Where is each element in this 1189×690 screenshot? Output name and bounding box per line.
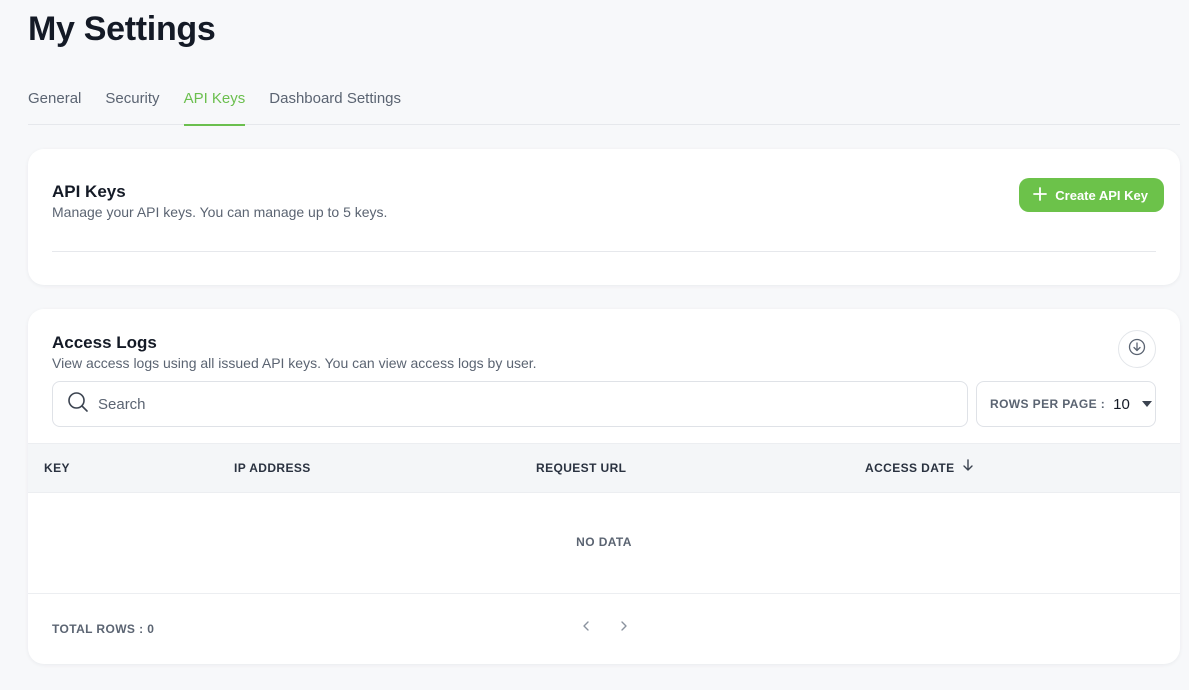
api-keys-card: API Keys Manage your API keys. You can m… bbox=[28, 149, 1180, 285]
download-circle-icon bbox=[1128, 338, 1146, 361]
column-label: ACCESS DATE bbox=[865, 461, 955, 475]
column-label: KEY bbox=[44, 461, 70, 475]
tab-dashboard-settings[interactable]: Dashboard Settings bbox=[269, 86, 401, 125]
tab-api-keys[interactable]: API Keys bbox=[183, 86, 245, 126]
rows-per-page-label: ROWS PER PAGE : bbox=[990, 397, 1106, 411]
access-logs-card: Access Logs View access logs using all i… bbox=[28, 309, 1180, 664]
api-keys-subtitle: Manage your API keys. You can manage up … bbox=[52, 204, 388, 220]
chevron-left-icon bbox=[580, 619, 592, 637]
page-title: My Settings bbox=[28, 10, 216, 48]
tab-general[interactable]: General bbox=[28, 86, 81, 125]
column-header-key: KEY bbox=[44, 444, 70, 492]
search-icon bbox=[67, 391, 89, 418]
column-header-request-url: REQUEST URL bbox=[536, 444, 626, 492]
plus-icon bbox=[1033, 186, 1048, 204]
api-keys-divider bbox=[52, 251, 1156, 252]
total-rows: TOTAL ROWS : 0 bbox=[52, 622, 155, 636]
column-header-ip-address: IP ADDRESS bbox=[234, 444, 311, 492]
table-header: KEY IP ADDRESS REQUEST URL ACCESS DATE bbox=[28, 443, 1180, 493]
access-logs-subtitle: View access logs using all issued API ke… bbox=[52, 355, 537, 371]
create-api-key-button[interactable]: Create API Key bbox=[1019, 178, 1164, 212]
column-label: REQUEST URL bbox=[536, 461, 627, 475]
create-api-key-label: Create API Key bbox=[1055, 187, 1148, 203]
rows-per-page-value: 10 bbox=[1113, 395, 1130, 413]
column-header-access-date[interactable]: ACCESS DATE bbox=[865, 444, 975, 492]
tab-security[interactable]: Security bbox=[105, 86, 159, 125]
search-input[interactable] bbox=[98, 395, 967, 413]
api-keys-title: API Keys bbox=[52, 182, 126, 201]
search-box bbox=[52, 381, 968, 427]
column-label: IP ADDRESS bbox=[234, 461, 311, 475]
access-logs-title: Access Logs bbox=[52, 333, 157, 352]
next-page-button[interactable] bbox=[614, 618, 634, 638]
settings-page: My Settings General Security API Keys Da… bbox=[0, 0, 1189, 690]
empty-state: NO DATA bbox=[576, 535, 632, 549]
arrow-down-icon bbox=[961, 444, 975, 492]
chevron-right-icon bbox=[618, 619, 630, 637]
previous-page-button[interactable] bbox=[576, 618, 596, 638]
rows-per-page-select[interactable]: ROWS PER PAGE : 10 bbox=[976, 381, 1156, 427]
download-logs-button[interactable] bbox=[1118, 330, 1156, 368]
caret-down-icon bbox=[1141, 401, 1152, 407]
settings-tabs: General Security API Keys Dashboard Sett… bbox=[28, 86, 1180, 126]
table-footer-divider bbox=[28, 593, 1180, 594]
pagination bbox=[576, 618, 634, 638]
